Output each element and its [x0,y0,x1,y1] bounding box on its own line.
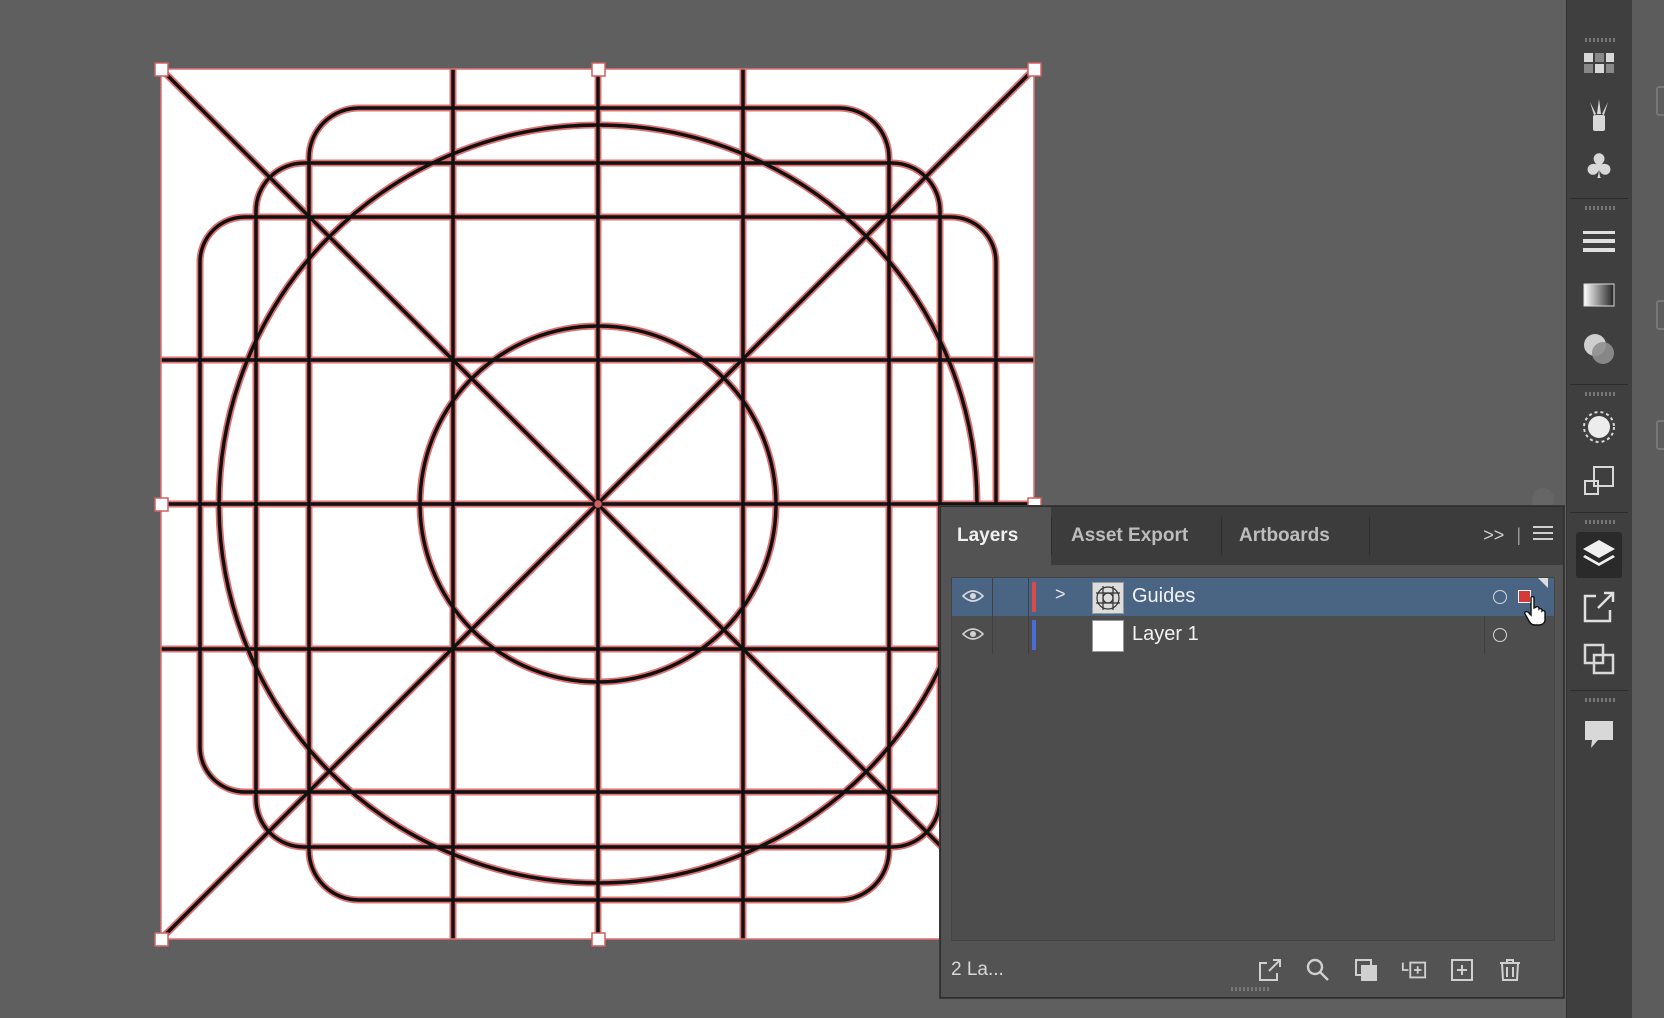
layer-row-layer-1[interactable]: Layer 1 [952,616,1554,654]
brushes-icon[interactable] [1576,92,1622,138]
dock-grip-5[interactable] [1585,698,1615,702]
layers-list: > Guides Layer 1 [951,577,1555,941]
visibility-eye-icon[interactable] [961,588,985,609]
panel-edge [1632,0,1664,1018]
transparency-icon[interactable] [1576,326,1622,372]
layers-panel-tabs: Layers Asset Export Artboards >> | [941,507,1563,565]
layer-row-guides[interactable]: > Guides [952,578,1554,626]
layer-thumbnail [1092,582,1124,614]
edge-control-2[interactable] [1656,300,1664,330]
dock-grip-4[interactable] [1585,520,1615,524]
target-circle-icon[interactable] [1493,628,1507,642]
dock-grip-2[interactable] [1585,206,1615,210]
edge-control-3[interactable] [1656,420,1664,450]
panel-menu-icon[interactable] [1533,525,1553,546]
comments-icon[interactable] [1576,712,1622,758]
layer-thumbnail [1092,620,1124,652]
new-sublayer-icon[interactable] [1401,957,1427,983]
divider-icon: | [1516,525,1521,545]
symbols-icon[interactable]: ♣ [1576,144,1622,190]
tab-overflow-button[interactable]: >> [1483,525,1504,546]
visibility-eye-icon[interactable] [961,626,985,647]
layer-color-bar [1032,582,1036,612]
clipping-mask-icon[interactable] [1353,957,1379,983]
export-icon[interactable] [1576,584,1622,630]
layer-color-bar [1032,620,1036,650]
layer-count: 2 La... [951,959,1004,980]
transform-icon[interactable] [1576,458,1622,504]
target-circle-icon[interactable] [1493,590,1507,604]
tab-asset-export[interactable]: Asset Export [1053,507,1221,565]
appearance-icon[interactable] [1576,404,1622,450]
collect-for-export-icon[interactable] [1257,957,1283,983]
tab-artboards[interactable]: Artboards [1223,507,1369,565]
dock-grip-3[interactable] [1585,392,1615,396]
edge-control-1[interactable] [1656,86,1664,116]
corner-marker [1538,578,1548,588]
panel-resize-grip[interactable] [1231,987,1271,991]
new-layer-icon[interactable] [1449,957,1475,983]
layer-name[interactable]: Guides [1132,585,1195,608]
expand-chevron-icon[interactable]: > [1055,584,1066,605]
swatches-icon[interactable] [1576,40,1622,86]
stroke-icon[interactable] [1576,218,1622,264]
delete-trash-icon[interactable] [1497,957,1523,983]
layer-name[interactable]: Layer 1 [1132,623,1199,646]
artboards-icon[interactable] [1576,636,1622,682]
layers-icon[interactable] [1576,532,1622,578]
gradient-icon[interactable] [1576,272,1622,318]
layers-panel: Layers Asset Export Artboards >> | > Gui… [940,506,1564,998]
tab-layers[interactable]: Layers [941,507,1051,565]
locate-object-icon[interactable] [1305,957,1331,983]
